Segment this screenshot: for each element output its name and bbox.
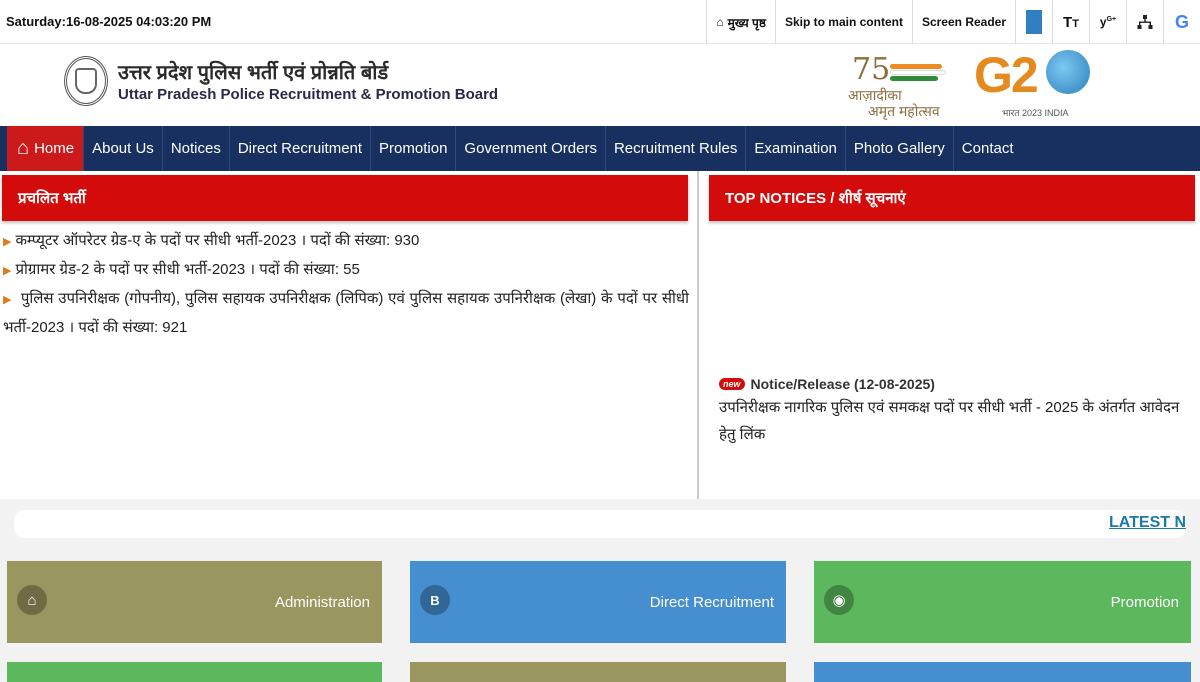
g20-text: G2	[974, 47, 1039, 103]
arrow-right-icon: ▶	[3, 265, 12, 277]
tile-row2-1[interactable]	[7, 662, 382, 682]
tile-direct-recruitment-label: Direct Recruitment	[649, 594, 774, 611]
notice-entry: new Notice/Release (12-08-2025) उपनिरीक्…	[719, 376, 1189, 448]
azadi-75: 75	[852, 52, 891, 87]
skip-to-main-link[interactable]: Skip to main content	[774, 0, 912, 44]
recruitment-item[interactable]: ▶ प्रोग्रामर ग्रेड-2 के पदों पर सीधी भर्त…	[3, 256, 689, 285]
azadi-line2: अमृत महोत्सव	[868, 103, 940, 119]
tile-administration[interactable]: ⌂ Administration	[7, 561, 382, 643]
home-link-hindi[interactable]: ⌂ मुख्य पृष्ठ	[706, 0, 775, 44]
arrow-right-icon: ▶	[3, 236, 12, 248]
nav-item-contact[interactable]: Contact	[954, 126, 1022, 171]
top-notices-panel: TOP NOTICES / शीर्ष सूचनाएं new Notice/R…	[699, 171, 1200, 499]
nav-home-label: Home	[34, 140, 75, 157]
site-header: उत्तर प्रदेश पुलिस भर्ती एवं प्रोन्नति ब…	[0, 44, 1200, 126]
tricolor-flag-icon	[890, 64, 946, 82]
tile-promotion[interactable]: ◉ Promotion	[814, 561, 1191, 643]
social-media-icon: yG+	[1099, 15, 1117, 29]
color-contrast-icon	[1026, 10, 1042, 34]
notice-link[interactable]: उपनिरीक्षक नागरिक पुलिस एवं समकक्ष पदों …	[719, 394, 1189, 448]
latest-news-ticker: LATEST NC	[14, 510, 1186, 538]
nav-item-government-orders[interactable]: Government Orders	[456, 126, 606, 171]
nav-item-recruitment-rules[interactable]: Recruitment Rules	[606, 126, 747, 171]
nav-item-examination[interactable]: Examination	[746, 126, 846, 171]
arrow-right-icon: ▶	[3, 294, 13, 306]
text-size-icon: TT	[1063, 13, 1079, 31]
main-nav: ⌂ Home About Us Notices Direct Recruitme…	[0, 126, 1200, 171]
nav-item-home[interactable]: ⌂ Home	[7, 126, 85, 171]
tile-row2-3[interactable]	[814, 662, 1191, 682]
nav-item-notices[interactable]: Notices	[163, 126, 230, 171]
sitemap-button[interactable]	[1126, 0, 1163, 44]
nav-item-direct-recruitment[interactable]: Direct Recruitment	[230, 126, 372, 171]
recruitment-item[interactable]: ▶ कम्प्यूटर ऑपरेटर ग्रेड-ए के पदों पर सीध…	[3, 227, 689, 256]
home-icon: ⌂	[17, 585, 47, 615]
id-card-icon: B	[420, 585, 450, 615]
org-title-english: Uttar Pradesh Police Recruitment & Promo…	[118, 86, 499, 103]
g20-logo: G2 भारत 2023 INDIA	[972, 46, 1100, 122]
medal-icon: ◉	[824, 585, 854, 615]
g20-subtitle: भारत 2023 INDIA	[1002, 108, 1069, 118]
tile-row2-2[interactable]	[410, 662, 786, 682]
org-title-hindi: उत्तर प्रदेश पुलिस भर्ती एवं प्रोन्नति ब…	[118, 62, 389, 84]
azadi-ka-amrit-mahotsav-logo: 75 आज़ादीका अमृत महोत्सव	[846, 52, 958, 120]
top-utility-bar: Saturday:16-08-2025 04:03:20 PM ⌂ मुख्य …	[0, 0, 1200, 44]
home-icon: ⌂	[17, 137, 30, 159]
current-datetime: Saturday:16-08-2025 04:03:20 PM	[6, 14, 212, 29]
tile-direct-recruitment[interactable]: B Direct Recruitment	[410, 561, 786, 643]
tile-promotion-label: Promotion	[1110, 594, 1179, 611]
new-badge-icon: new	[719, 378, 745, 390]
notice-title: new Notice/Release (12-08-2025)	[719, 376, 1189, 392]
notice-title-text: Notice/Release (12-08-2025)	[750, 376, 935, 392]
recruitment-list: ▶ कम्प्यूटर ऑपरेटर ग्रेड-ए के पदों पर सीध…	[3, 227, 689, 341]
google-translate-icon: G	[1174, 11, 1189, 32]
nav-item-photo-gallery[interactable]: Photo Gallery	[846, 126, 954, 171]
top-links: ⌂ मुख्य पृष्ठ Skip to main content Scree…	[706, 0, 1200, 44]
globe-lotus-icon	[1046, 50, 1090, 94]
color-contrast-button[interactable]	[1015, 0, 1052, 44]
latest-news-link[interactable]: LATEST NC	[1109, 514, 1186, 532]
home-link-label: मुख्य पृष्ठ	[727, 15, 766, 30]
recruitment-item[interactable]: ▶ पुलिस उपनिरीक्षक (गोपनीय), पुलिस सहायक…	[3, 285, 689, 341]
top-notices-heading: TOP NOTICES / शीर्ष सूचनाएं	[709, 175, 1195, 221]
nav-item-promotion[interactable]: Promotion	[371, 126, 457, 171]
google-translate-button[interactable]: G	[1163, 0, 1200, 44]
home-icon: ⌂	[716, 15, 724, 29]
social-media-button[interactable]: yG+	[1089, 0, 1126, 44]
screen-reader-link[interactable]: Screen Reader	[911, 0, 1015, 44]
current-recruitment-heading: प्रचलित भर्ती	[2, 175, 688, 221]
up-police-emblem-icon	[64, 56, 108, 106]
nav-item-about-us[interactable]: About Us	[84, 126, 163, 171]
current-recruitment-panel: प्रचलित भर्ती ▶ कम्प्यूटर ऑपरेटर ग्रेड-ए …	[0, 171, 699, 499]
text-size-button[interactable]: TT	[1052, 0, 1089, 44]
tile-administration-label: Administration	[274, 594, 370, 611]
sitemap-icon	[1137, 15, 1153, 29]
